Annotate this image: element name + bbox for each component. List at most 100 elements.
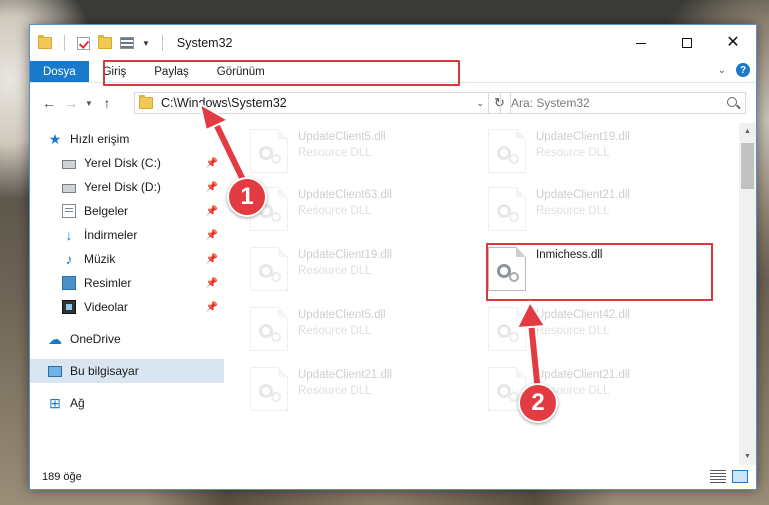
address-path: C:\Windows\System32 <box>161 96 287 110</box>
sidebar-item-videos[interactable]: Videolar 📌 <box>30 295 224 319</box>
dll-file-icon <box>250 367 288 411</box>
forward-arrow-icon[interactable]: → <box>60 95 82 111</box>
pin-icon[interactable]: 📌 <box>206 302 218 313</box>
file-item[interactable]: UpdateClient21.dll Resource DLL <box>488 185 708 245</box>
tiles-view-icon[interactable] <box>732 470 748 483</box>
divider <box>161 35 163 51</box>
file-item[interactable]: UpdateClient63.dll Resource DLL <box>250 185 470 245</box>
sidebar-item-label: Yerel Disk (D:) <box>84 180 161 194</box>
address-dropdown-icon[interactable]: ⌄ <box>476 98 484 109</box>
file-item[interactable]: UpdateClient42.dll Resource DLL <box>488 305 708 365</box>
recent-locations-chevron-icon[interactable]: ▼ <box>82 99 96 108</box>
sidebar-item-this-pc[interactable]: Bu bilgisayar <box>30 359 224 383</box>
customize-toolbar-icon[interactable] <box>120 37 134 49</box>
pictures-icon <box>62 276 76 290</box>
tab-share[interactable]: Paylaş <box>140 61 203 82</box>
close-button[interactable]: ✕ <box>710 25 756 61</box>
minimize-icon <box>636 42 646 44</box>
expand-ribbon-chevron-icon[interactable]: ⌄ <box>718 65 726 76</box>
divider <box>64 35 65 51</box>
sidebar-item-quick-access[interactable]: ★ Hızlı erişim <box>30 127 224 151</box>
file-explorer-window: ▼ System32 ✕ Dosya Giriş Paylaş Görünüm … <box>29 24 757 490</box>
scroll-down-icon[interactable]: ▼ <box>739 448 756 465</box>
sidebar-item-label: Videolar <box>84 300 128 314</box>
sidebar-item-onedrive[interactable]: ☁ OneDrive <box>30 327 224 351</box>
file-name: UpdateClient21.dll <box>536 369 630 381</box>
back-arrow-icon[interactable]: ← <box>38 95 60 111</box>
file-item-inmichess[interactable]: Inmichess.dll <box>488 245 708 305</box>
dll-file-icon <box>488 247 526 291</box>
navigation-pane: ★ Hızlı erişim Yerel Disk (C:) 📌 Yerel D… <box>30 123 224 465</box>
folder-icon <box>38 35 52 49</box>
file-item[interactable]: UpdateClient5.dll Resource DLL <box>250 127 470 187</box>
folder-icon <box>139 95 153 109</box>
help-icon[interactable]: ? <box>736 63 750 77</box>
maximize-icon <box>682 38 692 48</box>
drive-icon <box>62 184 76 193</box>
window-controls: ✕ <box>618 25 756 61</box>
dll-file-icon <box>250 247 288 291</box>
tab-file[interactable]: Dosya <box>30 61 89 82</box>
sidebar-item-pictures[interactable]: Resimler 📌 <box>30 271 224 295</box>
pin-icon[interactable]: 📌 <box>206 254 218 265</box>
sidebar-item-label: Ağ <box>70 396 85 410</box>
film-icon <box>62 300 76 314</box>
sidebar-item-label: Resimler <box>84 276 132 290</box>
details-view-icon[interactable] <box>710 470 726 483</box>
file-name: UpdateClient63.dll <box>298 189 392 201</box>
file-type: Resource DLL <box>536 205 610 217</box>
sidebar-item-local-disk-c[interactable]: Yerel Disk (C:) 📌 <box>30 151 224 175</box>
search-input[interactable]: Ara: System32 <box>500 92 746 114</box>
scroll-thumb[interactable] <box>741 143 754 189</box>
dll-file-icon <box>488 187 526 231</box>
sidebar-item-label: Bu bilgisayar <box>70 364 139 378</box>
file-item[interactable]: UpdateClient5.dll Resource DLL <box>250 305 470 365</box>
file-type: Resource DLL <box>536 147 610 159</box>
file-type: Resource DLL <box>298 325 372 337</box>
tab-home[interactable]: Giriş <box>89 61 141 82</box>
pin-icon[interactable]: 📌 <box>206 158 218 169</box>
pin-icon[interactable]: 📌 <box>206 278 218 289</box>
file-item[interactable]: UpdateClient19.dll Resource DLL <box>250 245 470 305</box>
dll-file-icon <box>250 307 288 351</box>
scroll-up-icon[interactable]: ▲ <box>739 123 756 140</box>
address-bar[interactable]: C:\Windows\System32 ⌄ <box>134 92 489 114</box>
file-name: UpdateClient19.dll <box>298 249 392 261</box>
file-item[interactable]: UpdateClient19.dll Resource DLL <box>488 127 708 187</box>
pin-icon[interactable]: 📌 <box>206 230 218 241</box>
sidebar-item-documents[interactable]: Belgeler 📌 <box>30 199 224 223</box>
vertical-scrollbar[interactable]: ▲ ▼ <box>739 123 756 465</box>
pin-icon[interactable]: 📌 <box>206 182 218 193</box>
maximize-button[interactable] <box>664 25 710 61</box>
close-icon: ✕ <box>726 34 740 51</box>
file-name: UpdateClient5.dll <box>298 309 386 321</box>
cloud-icon: ☁ <box>48 331 62 347</box>
file-name: Inmichess.dll <box>536 249 603 261</box>
file-item[interactable]: UpdateClient21.dll Resource DLL <box>250 365 470 425</box>
sidebar-item-music[interactable]: ♪ Müzik 📌 <box>30 247 224 271</box>
sidebar-item-network[interactable]: ⊞ Ağ <box>30 391 224 415</box>
window-title: System32 <box>176 36 233 50</box>
status-bar: 189 öğe <box>30 465 756 489</box>
new-folder-icon[interactable] <box>98 35 112 49</box>
star-icon: ★ <box>48 131 62 147</box>
tab-view[interactable]: Görünüm <box>203 61 279 82</box>
file-name: UpdateClient5.dll <box>298 131 386 143</box>
chevron-down-icon[interactable]: ▼ <box>142 39 150 48</box>
network-icon: ⊞ <box>49 395 61 411</box>
minimize-button[interactable] <box>618 25 664 61</box>
sidebar-item-downloads[interactable]: ↓ İndirmeler 📌 <box>30 223 224 247</box>
ribbon-tabs: Dosya Giriş Paylaş Görünüm ⌄ ? <box>30 61 756 83</box>
up-arrow-icon[interactable]: ↑ <box>96 95 118 111</box>
search-placeholder: Ara: System32 <box>511 96 590 110</box>
item-count: 189 öğe <box>42 471 82 483</box>
sidebar-item-local-disk-d[interactable]: Yerel Disk (D:) 📌 <box>30 175 224 199</box>
properties-check-icon[interactable] <box>77 36 90 50</box>
sidebar-item-label: İndirmeler <box>84 228 138 242</box>
address-row: ← → ▼ ↑ C:\Windows\System32 ⌄ ↻ Ara: Sys… <box>30 83 756 123</box>
sidebar-item-label: Müzik <box>84 252 116 266</box>
documents-icon <box>62 204 76 218</box>
pin-icon[interactable]: 📌 <box>206 206 218 217</box>
